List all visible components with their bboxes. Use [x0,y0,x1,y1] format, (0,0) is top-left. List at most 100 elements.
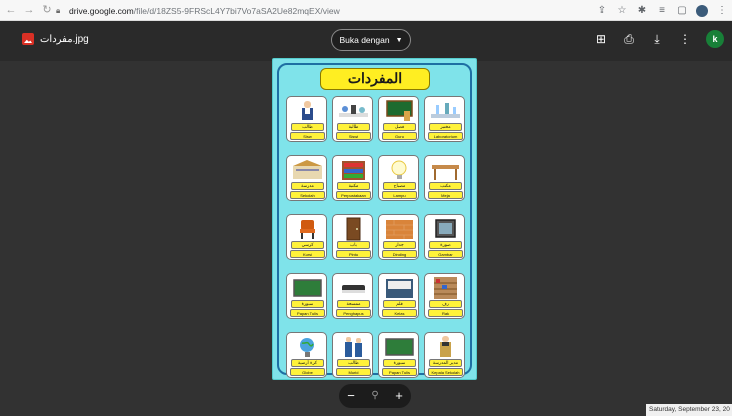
card-indonesian-label: Papan Tulis [290,309,325,317]
card-indonesian-label: Sekolah [290,191,325,199]
open-with-label: Buka dengan [339,35,390,45]
card-illustration [300,220,315,239]
card-indonesian-label: Meja [428,191,463,199]
open-with-button[interactable]: Buka dengan ▼ [331,29,411,51]
card-illustration [432,165,459,180]
card-illustration [339,105,368,117]
viewer-header: مفردات.jpg Buka dengan ▼ ⊞ ⎙ ⤓ ⋮ k [0,21,732,61]
card-indonesian-label: Kepala Sekolah [428,368,463,376]
card-arabic-label: باب [337,241,370,249]
card-arabic-label: قلم [383,300,416,308]
puzzle-icon[interactable]: ✱ [636,5,648,17]
vocabulary-card: كرة أرضية Globe [286,332,327,378]
card-indonesian-label: Murid [336,368,371,376]
poster-title: المفردات [320,68,430,90]
card-arabic-label: سبورة [383,359,416,367]
card-illustration [293,279,322,297]
vocabulary-card: مصباح Lampu [378,155,419,201]
card-illustration [386,100,413,121]
side-panel-icon[interactable]: ▢ [676,5,688,17]
card-arabic-label: ممسحة [337,300,370,308]
card-indonesian-label: Dinding [382,250,417,258]
card-illustration [391,160,407,179]
zoom-control: − ⚲ + [339,384,411,408]
card-illustration [300,338,314,357]
card-indonesian-label: Papan Tulis [382,368,417,376]
browser-profile-icon[interactable] [696,4,708,17]
browser-toolbar: ← → ↻ 🔒︎ drive.google.com/file/d/18ZS5-9… [0,0,732,21]
card-arabic-label: مكتبة [337,182,370,190]
card-indonesian-label: Lampu [382,191,417,199]
card-indonesian-label: Kelas [382,309,417,317]
lock-icon: 🔒︎ [56,6,61,15]
back-icon[interactable]: ← [4,3,18,17]
vocabulary-card: ممسحة Penghapus [332,273,373,319]
print-icon[interactable]: ⎙ [622,32,636,46]
caret-down-icon: ▼ [395,36,403,44]
card-arabic-label: جدار [383,241,416,249]
reload-icon[interactable]: ↻ [40,3,54,17]
vocabulary-card: رف Rak [424,273,465,319]
card-illustration [434,277,457,299]
card-illustration [342,285,365,293]
file-title: مفردات.jpg [22,33,89,45]
card-illustration [440,336,451,357]
url-text: drive.google.com/file/d/18ZS5-9FRScL4Y7b… [69,6,340,16]
card-indonesian-label: Gambar [428,250,463,258]
card-indonesian-label: Globe [290,368,325,376]
download-icon[interactable]: ⤓ [650,32,664,46]
card-arabic-label: رف [429,300,462,308]
card-illustration [435,219,456,238]
vocabulary-card: قلم Kelas [378,273,419,319]
vocabulary-card: سبورة Papan Tulis [378,332,419,378]
vocabulary-grid: طالب Sisw طالبة Siswi فصل Guru مختبر Laboratori… [286,96,467,378]
browser-actions: ⇪ ☆ ✱ ≡ ▢ ⋮ [596,3,728,18]
card-arabic-label: مصباح [383,182,416,190]
card-arabic-label: طالبة [337,123,370,131]
vocabulary-card: مختبر Laboratorium [424,96,465,142]
url-host: drive.google.com [69,5,134,16]
vocabulary-card: مكتب Meja [424,155,465,201]
vocabulary-card: مكتبة Perpustakaan [332,155,373,201]
card-indonesian-label: Perpustakaan [336,191,371,199]
card-arabic-label: كرسي [291,241,324,249]
more-vert-icon[interactable]: ⋮ [678,32,692,46]
vocabulary-card: باب Pintu [332,214,373,260]
card-illustration [431,103,460,118]
card-indonesian-label: Sisw [290,132,325,140]
viewer-actions: ⊞ ⎙ ⤓ ⋮ k [594,30,724,48]
card-arabic-label: طالب [337,359,370,367]
card-arabic-label: سبورة [291,300,324,308]
share-icon[interactable]: ⇪ [596,5,608,17]
card-illustration [386,279,413,298]
card-arabic-label: فصل [383,123,416,131]
add-comment-icon[interactable]: ⊞ [594,32,608,46]
vocabulary-card: مدرسة Sekolah [286,155,327,201]
vocabulary-card: مدير المدرسة Kepala Sekolah [424,332,465,378]
file-name: مفردات.jpg [40,33,89,45]
url-path: /file/d/18ZS5-9FRScL4Y7bi7Vo7aSA2Ue82mqE… [133,5,340,16]
plus-icon[interactable]: + [391,388,407,404]
vocabulary-card: طالب Murid [332,332,373,378]
magnifier-icon[interactable]: ⚲ [367,388,383,404]
vocabulary-card: صورة Gambar [424,214,465,260]
account-avatar[interactable]: k [706,30,724,48]
card-indonesian-label: Laboratorium [428,132,463,140]
vocabulary-card: جدار Dinding [378,214,419,260]
card-indonesian-label: Guru [382,132,417,140]
card-illustration [293,160,322,179]
minus-icon[interactable]: − [343,388,359,404]
address-bar[interactable]: 🔒︎ drive.google.com/file/d/18ZS5-9FRScL4… [56,3,602,18]
card-indonesian-label: Kursi [290,250,325,258]
vocabulary-card: طالبة Siswi [332,96,373,142]
card-arabic-label: طالب [291,123,324,131]
reading-list-icon[interactable]: ≡ [656,5,668,17]
star-icon[interactable]: ☆ [616,5,628,17]
card-indonesian-label: Penghapus [336,309,371,317]
vocabulary-card: طالب Sisw [286,96,327,142]
forward-icon[interactable]: → [22,3,36,17]
card-illustration [346,217,361,241]
browser-menu-icon[interactable]: ⋮ [716,5,728,17]
vocabulary-card: سبورة Papan Tulis [286,273,327,319]
card-indonesian-label: Rak [428,309,463,317]
